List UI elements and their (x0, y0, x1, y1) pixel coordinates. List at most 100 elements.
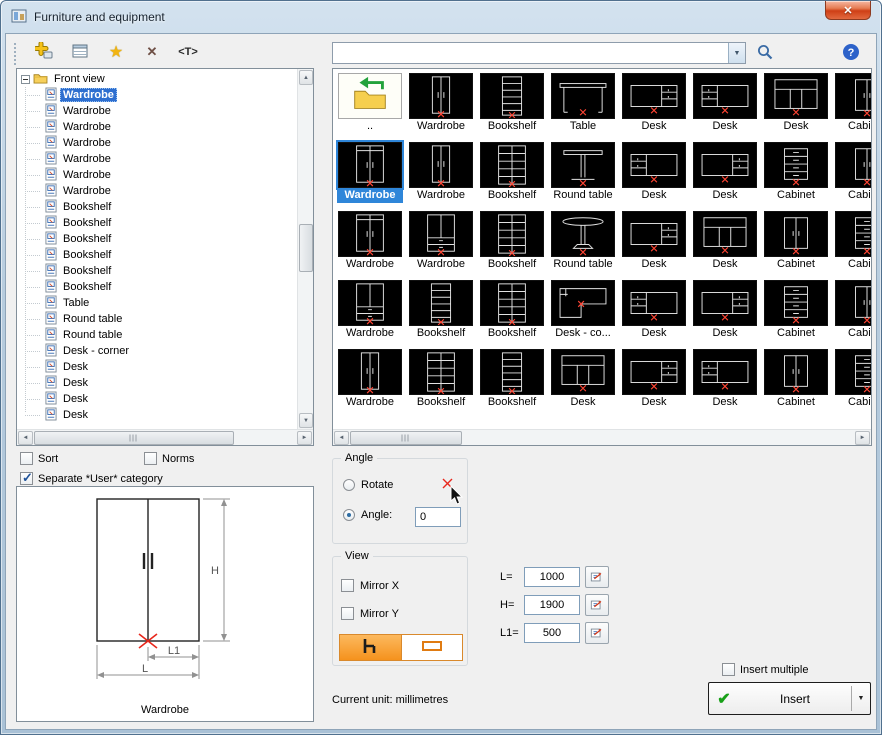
grid-cell-cabinet[interactable]: Cabinet (834, 211, 871, 275)
grid-cell-table[interactable]: Table (550, 73, 616, 137)
grid-cell-wardrobe[interactable]: Wardrobe (337, 280, 403, 344)
grid-cell-up-folder[interactable]: .. (337, 73, 403, 137)
grid-cell-bookshelf[interactable]: Bookshelf (479, 280, 545, 344)
grid-cell-bookshelf[interactable]: Bookshelf (408, 349, 474, 413)
tree-item-wardrobe[interactable]: Wardrobe (17, 103, 297, 119)
grid-cell-desk[interactable]: Desk (692, 280, 758, 344)
grid-cell-cabinet[interactable]: Cabinet (763, 280, 829, 344)
sort-checkbox[interactable] (20, 452, 33, 465)
grid-cell-desk[interactable]: Desk (763, 73, 829, 137)
tree-hscroll-thumb[interactable] (34, 431, 234, 445)
grid-cell-desk[interactable]: Desk (692, 142, 758, 206)
grid-cell-desk[interactable]: Desk (692, 211, 758, 275)
tree-item-desk[interactable]: Desk (17, 391, 297, 407)
grid-cell-wardrobe[interactable]: Wardrobe (337, 349, 403, 413)
grid-cell-desk[interactable]: Desk (621, 73, 687, 137)
grid-cell-bookshelf[interactable]: Bookshelf (479, 73, 545, 137)
grid-cell-desk[interactable]: Desk (692, 349, 758, 413)
grid-cell-wardrobe[interactable]: Wardrobe (337, 211, 403, 275)
search-button[interactable] (752, 41, 778, 65)
tree-item-desk[interactable]: Desk (17, 359, 297, 375)
titlebar[interactable]: Furniture and equipment ✕ (1, 1, 881, 33)
grid-cell-wardrobe[interactable]: Wardrobe (408, 142, 474, 206)
tree-item-bookshelf[interactable]: Bookshelf (17, 279, 297, 295)
grid-cell-cabinet[interactable]: Cabinet (834, 349, 871, 413)
pick-from-drawing-button[interactable] (585, 566, 609, 588)
tree-item-round-table[interactable]: Round table (17, 311, 297, 327)
tree-item-wardrobe[interactable]: Wardrobe (17, 87, 297, 103)
scroll-up-arrow[interactable]: ▲ (299, 70, 313, 85)
grid-hscroll-thumb[interactable] (350, 431, 462, 445)
top-view-toggle-button[interactable] (401, 635, 463, 660)
scroll-down-arrow[interactable]: ▼ (299, 413, 313, 428)
grid-cell-desk-co[interactable]: Desk - co... (550, 280, 616, 344)
dim-input-l[interactable] (524, 567, 580, 587)
grid-cell-wardrobe[interactable]: Wardrobe (408, 73, 474, 137)
tree-item-bookshelf[interactable]: Bookshelf (17, 231, 297, 247)
tree-item-round-table[interactable]: Round table (17, 327, 297, 343)
grid-cell-bookshelf[interactable]: Bookshelf (408, 280, 474, 344)
scroll-right-arrow[interactable]: ► (297, 431, 312, 445)
tree-horizontal-scrollbar[interactable]: ◄ ► (17, 429, 313, 445)
grid-cell-desk[interactable]: Desk (550, 349, 616, 413)
tree-root-front-view[interactable]: Front view (17, 71, 297, 87)
grid-cell-cabinet[interactable]: Cabinet (763, 349, 829, 413)
tree-item-bookshelf[interactable]: Bookshelf (17, 215, 297, 231)
details-button[interactable] (66, 39, 94, 65)
dim-input-h[interactable] (524, 595, 580, 615)
grid-cell-cabinet[interactable]: Cabinet (763, 142, 829, 206)
tree-item-wardrobe[interactable]: Wardrobe (17, 135, 297, 151)
scroll-left-arrow[interactable]: ◄ (18, 431, 33, 445)
tree-item-desk[interactable]: Desk (17, 407, 297, 423)
grid-cell-bookshelf[interactable]: Bookshelf (479, 142, 545, 206)
tree-item-desk[interactable]: Desk (17, 375, 297, 391)
angle-value-input[interactable] (415, 507, 461, 527)
close-button[interactable]: ✕ (825, 1, 871, 20)
mirror-y-checkbox[interactable] (341, 607, 354, 620)
grid-cell-cabinet[interactable]: Cabinet (834, 73, 871, 137)
insert-dropdown-button[interactable]: ▼ (852, 683, 870, 714)
favorites-button[interactable]: ★ (102, 39, 130, 65)
combo-dropdown-button[interactable]: ▼ (728, 43, 745, 63)
grid-cell-cabinet[interactable]: Cabinet (834, 280, 871, 344)
insert-split-button[interactable]: ✔ Insert ▼ (708, 682, 871, 715)
tree-item-desk-corner[interactable]: Desk - corner (17, 343, 297, 359)
grid-cell-desk[interactable]: Desk (692, 73, 758, 137)
tree-item-bookshelf[interactable]: Bookshelf (17, 263, 297, 279)
tree-item-bookshelf[interactable]: Bookshelf (17, 247, 297, 263)
grid-cell-desk[interactable]: Desk (621, 349, 687, 413)
tree-item-wardrobe[interactable]: Wardrobe (17, 167, 297, 183)
tree-item-wardrobe[interactable]: Wardrobe (17, 119, 297, 135)
angle-radio[interactable] (343, 509, 355, 521)
tree-vscroll-thumb[interactable] (299, 224, 313, 272)
grid-cell-round-table[interactable]: Round table (550, 142, 616, 206)
scroll-right-arrow[interactable]: ► (855, 431, 870, 445)
grid-cell-wardrobe[interactable]: Wardrobe (408, 211, 474, 275)
rotate-radio[interactable] (343, 479, 355, 491)
grid-cell-bookshelf[interactable]: Bookshelf (479, 349, 545, 413)
search-input[interactable] (333, 43, 728, 63)
scroll-left-arrow[interactable]: ◄ (334, 431, 349, 445)
tree-item-bookshelf[interactable]: Bookshelf (17, 199, 297, 215)
grid-cell-round-table[interactable]: Round table (550, 211, 616, 275)
mirror-x-checkbox[interactable] (341, 579, 354, 592)
pick-from-drawing-button[interactable] (585, 622, 609, 644)
front-view-toggle-button[interactable] (340, 635, 401, 660)
collapse-icon[interactable] (21, 75, 30, 84)
delete-button[interactable]: ✕ (138, 39, 166, 65)
grid-cell-wardrobe[interactable]: Wardrobe (337, 142, 403, 206)
separate-user-category-checkbox[interactable] (20, 472, 33, 485)
insert-multiple-checkbox[interactable] (722, 663, 735, 676)
grid-horizontal-scrollbar[interactable]: ◄ ► (333, 429, 871, 445)
dim-input-l1[interactable] (524, 623, 580, 643)
grid-cell-bookshelf[interactable]: Bookshelf (479, 211, 545, 275)
grid-cell-desk[interactable]: Desk (621, 280, 687, 344)
grid-cell-cabinet[interactable]: Cabinet (763, 211, 829, 275)
grid-cell-desk[interactable]: Desk (621, 142, 687, 206)
search-combobox[interactable]: ▼ (332, 42, 746, 64)
grid-cell-desk[interactable]: Desk (621, 211, 687, 275)
norms-checkbox[interactable] (144, 452, 157, 465)
add-category-button[interactable] (30, 39, 58, 65)
toolbar-grip[interactable] (14, 43, 16, 65)
tree-item-table[interactable]: Table (17, 295, 297, 311)
